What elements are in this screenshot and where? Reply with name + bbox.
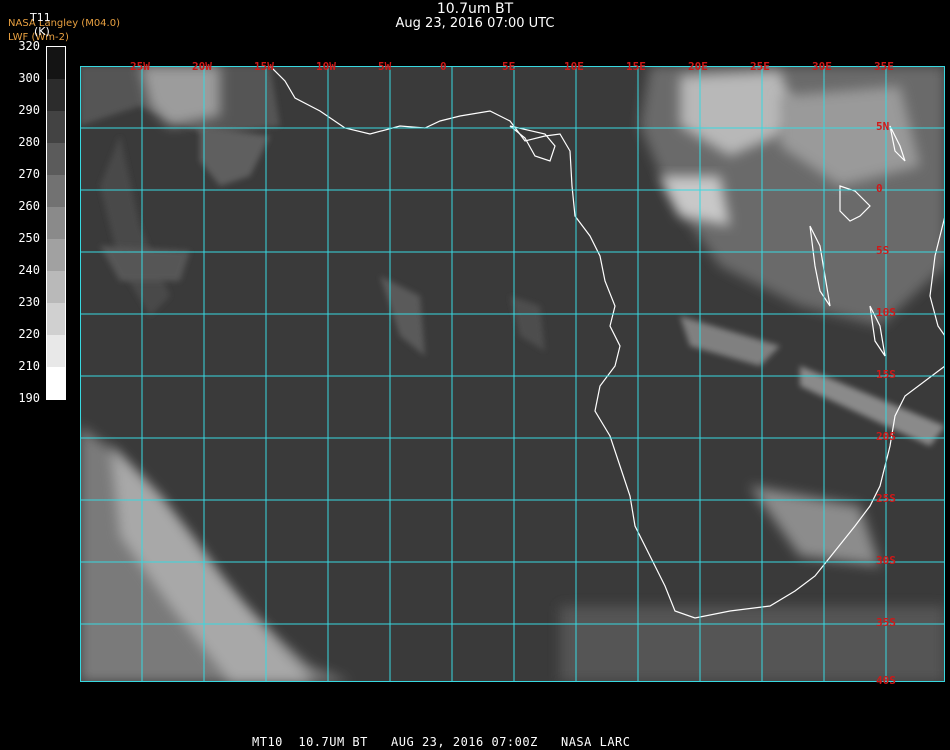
longitude-label: 15W <box>254 60 274 73</box>
latitude-label: 30S <box>876 554 896 567</box>
image-title: 10.7um BT <box>436 1 514 17</box>
longitude-label: 30E <box>812 60 832 73</box>
colorbar-segment <box>47 367 65 400</box>
colorbar-tick: 300 <box>18 71 40 85</box>
colorbar-tick: 240 <box>18 263 40 277</box>
colorbar-tick: 250 <box>18 231 40 245</box>
colorbar-tick: 220 <box>18 327 40 341</box>
colorbar <box>46 46 66 400</box>
colorbar-variable: T11 <box>30 11 51 24</box>
longitude-label: 25W <box>130 60 150 73</box>
longitude-label: 25E <box>750 60 770 73</box>
colorbar-tick: 230 <box>18 295 40 309</box>
colorbar-tick: 270 <box>18 167 40 181</box>
longitude-label: 0 <box>440 60 447 73</box>
longitude-label: 15E <box>626 60 646 73</box>
colorbar-segment <box>47 79 65 112</box>
latitude-label: 15S <box>876 368 896 381</box>
satellite-map <box>80 66 945 682</box>
colorbar-segment <box>47 175 65 208</box>
footer-caption: MT10 10.7UM BT AUG 23, 2016 07:00Z NASA … <box>252 735 631 749</box>
colorbar-tick: 290 <box>18 103 40 117</box>
map-canvas <box>80 66 945 682</box>
colorbar-segment <box>47 335 65 368</box>
latitude-label: 20S <box>876 430 896 443</box>
longitude-label: 10E <box>564 60 584 73</box>
colorbar-tick: 190 <box>18 391 40 405</box>
latitude-label: 40S <box>876 674 896 687</box>
colorbar-segment <box>47 271 65 304</box>
latitude-label: 35S <box>876 616 896 629</box>
longitude-label: 20W <box>192 60 212 73</box>
colorbar-segment <box>47 143 65 176</box>
image-timestamp: Aug 23, 2016 07:00 UTC <box>395 16 555 31</box>
longitude-label: 5W <box>378 60 392 73</box>
latitude-label: 5S <box>876 244 890 257</box>
longitude-label: 5E <box>502 60 516 73</box>
source-label: NASA Langley (M04.0) <box>8 18 120 29</box>
longitude-label: 10W <box>316 60 336 73</box>
colorbar-segment <box>47 111 65 144</box>
latitude-label: 10S <box>876 306 896 319</box>
latitude-label: 0 <box>876 182 883 195</box>
colorbar-units: (K) <box>34 25 50 38</box>
colorbar-segment <box>47 47 65 80</box>
colorbar-tick: 260 <box>18 199 40 213</box>
longitude-label: 35E <box>874 60 894 73</box>
latitude-label: 25S <box>876 492 896 505</box>
latitude-label: 5N <box>876 120 890 133</box>
colorbar-tick: 320 <box>18 39 40 53</box>
colorbar-tick: 280 <box>18 135 40 149</box>
colorbar-tick: 210 <box>18 359 40 373</box>
colorbar-segment <box>47 239 65 272</box>
colorbar-segment <box>47 303 65 336</box>
longitude-label: 20E <box>688 60 708 73</box>
colorbar-segment <box>47 207 65 240</box>
